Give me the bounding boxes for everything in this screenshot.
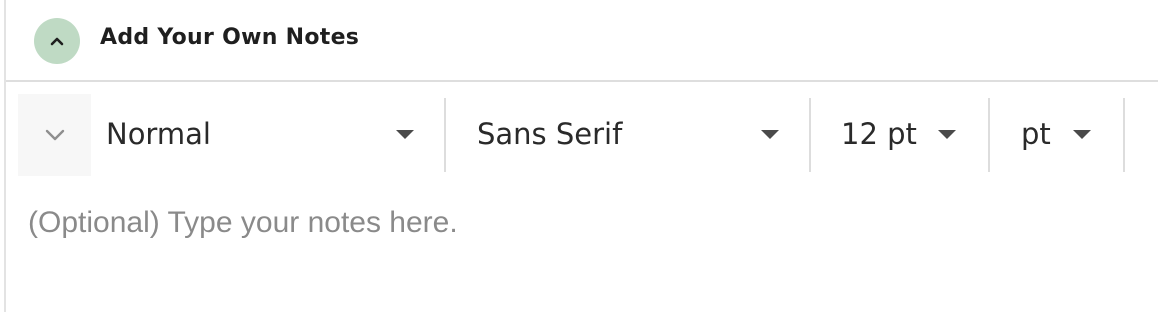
- toolbar-divider: [444, 98, 446, 172]
- notes-section-header: Add Your Own Notes: [6, 0, 1158, 82]
- toolbar-divider: [988, 98, 990, 172]
- chevron-up-icon: [50, 37, 64, 46]
- font-family-dropdown[interactable]: Sans Serif: [466, 94, 796, 176]
- dropdown-caret-icon: [761, 130, 779, 139]
- chevron-down-icon: [45, 129, 65, 141]
- size-unit-value: pt: [1021, 117, 1051, 151]
- dropdown-caret-icon: [1073, 130, 1091, 139]
- collapse-notes-button[interactable]: [34, 18, 80, 64]
- paragraph-style-dropdown[interactable]: Normal: [102, 94, 424, 176]
- paragraph-style-value: Normal: [106, 117, 211, 151]
- notes-panel: Add Your Own Notes Normal Sans Serif 12 …: [4, 0, 1158, 312]
- font-size-dropdown[interactable]: 12 pt: [831, 94, 981, 176]
- toolbar-divider: [1123, 98, 1125, 172]
- font-size-value: 12 pt: [841, 117, 917, 151]
- toolbar-expand-button[interactable]: [18, 94, 91, 176]
- notes-textarea[interactable]: [6, 176, 1158, 312]
- toolbar-divider: [809, 98, 811, 172]
- section-title: Add Your Own Notes: [100, 25, 360, 50]
- size-unit-dropdown[interactable]: pt: [1006, 94, 1116, 176]
- formatting-toolbar: Normal Sans Serif 12 pt pt: [6, 94, 1158, 176]
- font-family-value: Sans Serif: [477, 117, 623, 151]
- dropdown-caret-icon: [938, 130, 956, 139]
- dropdown-caret-icon: [396, 130, 414, 139]
